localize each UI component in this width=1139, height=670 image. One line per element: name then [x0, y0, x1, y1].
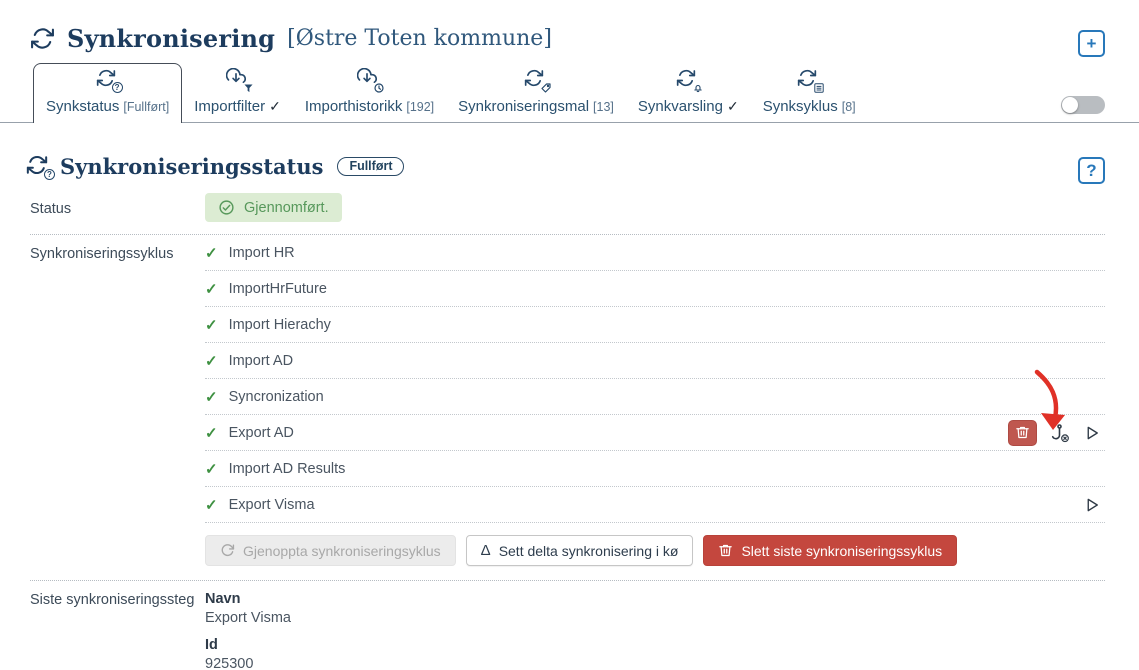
cloud-history-icon [357, 68, 381, 91]
check-circle-icon [218, 199, 235, 216]
run-step-button[interactable] [1083, 424, 1101, 442]
section-header: ? Synkroniseringsstatus Fullført ? [0, 151, 1139, 181]
sync-bell-icon [676, 68, 700, 91]
status-label: Status [30, 193, 205, 222]
step-name: Import AD Results [229, 461, 346, 477]
page-header: Synkronisering [Østre Toten kommune] + [0, 0, 1139, 53]
tag-badge-icon [541, 83, 551, 93]
check-icon: ✓ [205, 316, 218, 334]
delta-sync-button[interactable]: Δ Sett delta synkronisering i kø [466, 535, 694, 566]
step-name: Export AD [229, 425, 294, 441]
resume-cycle-button[interactable]: Gjenoppta synkroniseringsyklus [205, 535, 456, 566]
id-field-label: Id [205, 637, 1105, 653]
page-title: Synkronisering [67, 24, 275, 53]
tab-synkstatus[interactable]: ? Synkstatus[Fullført] [33, 63, 182, 123]
cycle-label: Synkroniseringssyklus [30, 235, 205, 566]
help-button[interactable]: ? [1078, 157, 1105, 184]
hook-remove-icon [1050, 423, 1070, 443]
question-badge-icon: ? [112, 82, 123, 93]
tab-label: Synkvarsling✓ [638, 98, 739, 115]
question-badge-icon: ? [44, 169, 55, 180]
tab-importfilter[interactable]: Importfilter✓ [182, 64, 293, 122]
step-name: Export Visma [229, 497, 315, 513]
check-icon: ✓ [205, 388, 218, 406]
step-row: ✓ ImportHrFuture [205, 271, 1105, 307]
filter-badge-icon [244, 84, 253, 93]
sync-page: Synkronisering [Østre Toten kommune] + ?… [0, 0, 1139, 670]
id-field-value: 925300 [205, 656, 1105, 670]
add-button[interactable]: + [1078, 30, 1105, 57]
delete-last-cycle-button[interactable]: Slett siste synkroniseringssyklus [703, 535, 957, 566]
step-row-export-visma: ✓ Export Visma [205, 487, 1105, 523]
step-row: ✓ Import AD Results [205, 451, 1105, 487]
status-row: Status Gjennomført. [30, 193, 1105, 235]
refresh-icon [220, 543, 235, 558]
cloud-filter-icon [226, 68, 250, 91]
tab-label: Synkroniseringsmal[13] [458, 98, 614, 115]
status-panel: Status Gjennomført. Synkroniseringssyklu… [0, 193, 1139, 670]
tab-importhistorikk[interactable]: Importhistorikk[192] [293, 64, 446, 122]
delta-icon: Δ [481, 542, 491, 559]
delete-step-button[interactable] [1008, 420, 1037, 446]
step-name: ImportHrFuture [229, 281, 327, 297]
run-step-button[interactable] [1083, 496, 1101, 514]
step-name: Syncronization [229, 389, 324, 405]
list-badge-icon [814, 83, 824, 93]
check-icon: ✓ [205, 244, 218, 262]
step-row: ✓ Import AD [205, 343, 1105, 379]
sync-question-icon: ? [96, 68, 120, 91]
play-icon [1083, 496, 1101, 514]
status-badge: Gjennomført. [205, 193, 342, 222]
tab-label: Importhistorikk[192] [305, 98, 434, 115]
step-name: Import AD [229, 353, 293, 369]
bell-badge-icon [693, 83, 703, 93]
sync-list-icon [797, 68, 821, 91]
step-row: ✓ Import Hierachy [205, 307, 1105, 343]
check-icon: ✓ [205, 280, 218, 298]
step-row: ✓ Syncronization [205, 379, 1105, 415]
sync-icon [30, 26, 55, 51]
last-step-label: Siste synkroniseringssteg [30, 591, 205, 670]
tab-label: Synksyklus[8] [763, 98, 856, 115]
view-toggle[interactable] [1061, 96, 1105, 114]
tab-synksyklus[interactable]: Synksyklus[8] [751, 64, 868, 122]
step-name: Import HR [229, 245, 295, 261]
section-title: Synkroniseringsstatus [60, 154, 323, 179]
unhook-step-button[interactable] [1050, 423, 1070, 443]
step-name: Import Hierachy [229, 317, 331, 333]
check-icon: ✓ [205, 496, 218, 514]
name-field-label: Navn [205, 591, 1105, 607]
tab-label: Synkstatus[Fullført] [46, 98, 169, 115]
clock-badge-icon [374, 83, 384, 93]
sync-tag-icon [524, 68, 548, 91]
trash-icon [718, 543, 733, 558]
name-field-value: Export Visma [205, 610, 1105, 626]
cycle-actions: Gjenoppta synkroniseringsyklus Δ Sett de… [205, 535, 1105, 566]
check-icon: ✓ [205, 352, 218, 370]
tab-bar: ? Synkstatus[Fullført] Importfilter✓ [0, 63, 1139, 123]
sync-question-icon: ? [26, 154, 52, 178]
toggle-knob [1062, 97, 1078, 113]
tab-label: Importfilter✓ [194, 98, 281, 115]
cycle-section: Synkroniseringssyklus ✓ Import HR ✓ Impo… [30, 235, 1105, 566]
step-row-export-ad: ✓ Export AD [205, 415, 1105, 451]
step-row: ✓ Import HR [205, 235, 1105, 271]
play-icon [1083, 424, 1101, 442]
tab-synkroniseringsmal[interactable]: Synkroniseringsmal[13] [446, 64, 626, 122]
page-org-name: [Østre Toten kommune] [287, 26, 552, 51]
check-icon: ✓ [205, 460, 218, 478]
check-icon: ✓ [205, 424, 218, 442]
tab-synkvarsling[interactable]: Synkvarsling✓ [626, 64, 751, 122]
trash-icon [1015, 425, 1030, 440]
last-step-section: Siste synkroniseringssteg Navn Export Vi… [30, 580, 1105, 670]
status-pill: Fullført [337, 157, 404, 176]
